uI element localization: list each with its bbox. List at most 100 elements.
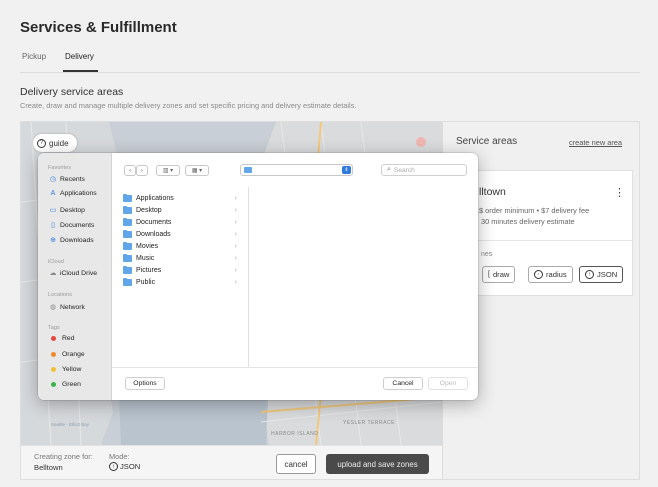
cloud-icon: ☁ xyxy=(49,270,57,277)
mode-draw-button[interactable]: [ draw xyxy=(482,266,516,283)
upload-icon: ↑ xyxy=(585,270,594,279)
chevron-right-icon: › xyxy=(234,255,237,262)
folder-icon xyxy=(244,167,252,173)
grid-view-icon: ▦ ▾ xyxy=(191,168,203,174)
zone-action-bar: Creating zone for: Belltown Mode: ↑ JSON… xyxy=(21,445,442,479)
chevron-right-icon: › xyxy=(141,167,143,174)
mode-radius-label: radius xyxy=(546,270,567,279)
sidebar-item-label: Recents xyxy=(60,175,85,183)
cancel-button[interactable]: cancel xyxy=(276,454,316,474)
folder-name: Downloads xyxy=(136,231,171,238)
folder-name: Music xyxy=(136,255,155,262)
sidebar-item-label: Orange xyxy=(62,351,85,358)
tag-dot-icon xyxy=(51,367,56,372)
folder-icon xyxy=(123,205,132,214)
tag-dot-icon xyxy=(51,336,56,341)
chevron-right-icon: › xyxy=(234,219,237,226)
chevron-right-icon: › xyxy=(234,267,237,274)
folder-row[interactable]: Pictures › xyxy=(123,265,243,276)
active-tab-indicator xyxy=(63,70,98,72)
map-label-terrace: YESLER TERRACE xyxy=(343,420,395,426)
back-button[interactable]: ‹ xyxy=(124,165,136,176)
dialog-sidebar: Favorites ◷ Recents A Applications ▭ Deskto… xyxy=(38,153,112,400)
download-icon: ⊕ xyxy=(50,237,56,244)
sidebar-item-downloads[interactable]: ⊕ Downloads xyxy=(49,236,94,245)
sidebar-item-label: Yellow xyxy=(62,366,82,373)
folder-icon xyxy=(123,277,132,286)
mode-json-button[interactable]: ↑ JSON xyxy=(579,266,624,283)
folder-row[interactable]: Public › xyxy=(123,277,243,288)
chevron-right-icon: › xyxy=(234,279,237,286)
page-title: Services & Fulfillment xyxy=(20,19,177,36)
mode-radius-button[interactable]: ◦ radius xyxy=(528,266,573,283)
search-field[interactable]: ⌕ Search xyxy=(381,164,467,176)
columns-view-icon: ▥ ▾ xyxy=(162,168,174,174)
chevron-right-icon: › xyxy=(234,195,237,202)
help-icon: ? xyxy=(37,138,46,148)
mode-json-label: JSON xyxy=(597,270,618,279)
sidebar-item-recents[interactable]: ◷ Recents xyxy=(49,175,85,184)
zone-card-belltown[interactable]: lltown ⋮ $ order minimum • $7 delivery f… xyxy=(453,170,634,296)
draw-icon: [ xyxy=(488,271,490,278)
dialog-cancel-button[interactable]: Cancel xyxy=(383,377,423,390)
sidebar-tag-red[interactable]: Red xyxy=(49,335,74,342)
more-vertical-icon[interactable]: ⋮ xyxy=(614,186,625,199)
folder-row[interactable]: Music › xyxy=(123,253,243,264)
sidebar-tag-orange[interactable]: Orange xyxy=(49,351,85,358)
tab-pickup[interactable]: Pickup xyxy=(22,52,46,61)
clock-icon: ◷ xyxy=(49,176,57,183)
sidebar-tag-yellow[interactable]: Yellow xyxy=(49,366,81,373)
sidebar-tag-green[interactable]: Green xyxy=(49,381,81,388)
sidebar-item-desktop[interactable]: ▭ Desktop xyxy=(49,206,85,215)
creating-zone-value: Belltown xyxy=(34,463,63,472)
mode-value: ↑ JSON xyxy=(109,462,140,471)
guide-label: guide xyxy=(49,138,69,148)
upload-icon: ↑ xyxy=(109,462,118,471)
column-divider[interactable] xyxy=(248,187,249,367)
upload-save-zones-button[interactable]: upload and save zones xyxy=(326,454,429,474)
folder-icon xyxy=(123,193,132,202)
group-button[interactable]: ▦ ▾ xyxy=(185,165,209,176)
zone-divider xyxy=(454,240,634,241)
tab-delivery[interactable]: Delivery xyxy=(65,52,94,61)
dialog-footer-divider xyxy=(112,367,478,368)
sidebar-item-network[interactable]: ◍ Network xyxy=(49,303,85,312)
section-title: Delivery service areas xyxy=(20,86,124,98)
zone-name: lltown xyxy=(479,186,506,198)
map-label-harbor: HARBOR ISLAND xyxy=(271,431,319,437)
sidebar-item-label: iCloud Drive xyxy=(60,269,98,277)
options-button[interactable]: Options xyxy=(125,377,165,390)
file-open-dialog: Favorites ◷ Recents A Applications ▭ Deskto… xyxy=(38,153,478,400)
sidebar-item-documents[interactable]: ▯ Documents xyxy=(49,221,95,230)
desktop-icon: ▭ xyxy=(49,207,57,214)
zones-label: nes xyxy=(481,251,493,258)
sidebar-item-label: Documents xyxy=(60,221,95,229)
folder-row[interactable]: Applications › xyxy=(123,193,243,204)
updown-chevron-icon: ⇕ xyxy=(342,166,351,174)
chevron-right-icon: › xyxy=(234,207,237,214)
view-mode-button[interactable]: ▥ ▾ xyxy=(156,165,180,176)
folder-row[interactable]: Desktop › xyxy=(123,205,243,216)
search-placeholder: Search xyxy=(393,166,415,174)
locations-header: Locations xyxy=(48,292,72,298)
sidebar-item-icloud-drive[interactable]: ☁ iCloud Drive xyxy=(49,269,98,278)
forward-button[interactable]: › xyxy=(136,165,148,176)
folder-row[interactable]: Documents › xyxy=(123,217,243,228)
folder-icon xyxy=(123,241,132,250)
folder-row[interactable]: Movies › xyxy=(123,241,243,252)
chevron-right-icon: › xyxy=(234,243,237,250)
dialog-open-button[interactable]: Open xyxy=(428,377,468,390)
document-icon: ▯ xyxy=(51,222,55,229)
folder-name: Movies xyxy=(136,243,159,250)
sidebar-item-label: Applications xyxy=(60,190,97,197)
folder-row[interactable]: Downloads › xyxy=(123,229,243,240)
location-dropdown[interactable]: ⇕ xyxy=(240,164,353,176)
mode-label: Mode: xyxy=(109,452,130,461)
favorites-header: Favorites xyxy=(48,165,72,171)
folder-name: Applications xyxy=(136,195,174,202)
sidebar-item-label: Red xyxy=(62,335,75,342)
sidebar-item-label: Green xyxy=(62,381,81,388)
sidebar-item-applications[interactable]: A Applications xyxy=(49,190,97,197)
create-new-area-link[interactable]: create new area xyxy=(569,138,622,147)
guide-button[interactable]: ? guide xyxy=(33,134,77,152)
